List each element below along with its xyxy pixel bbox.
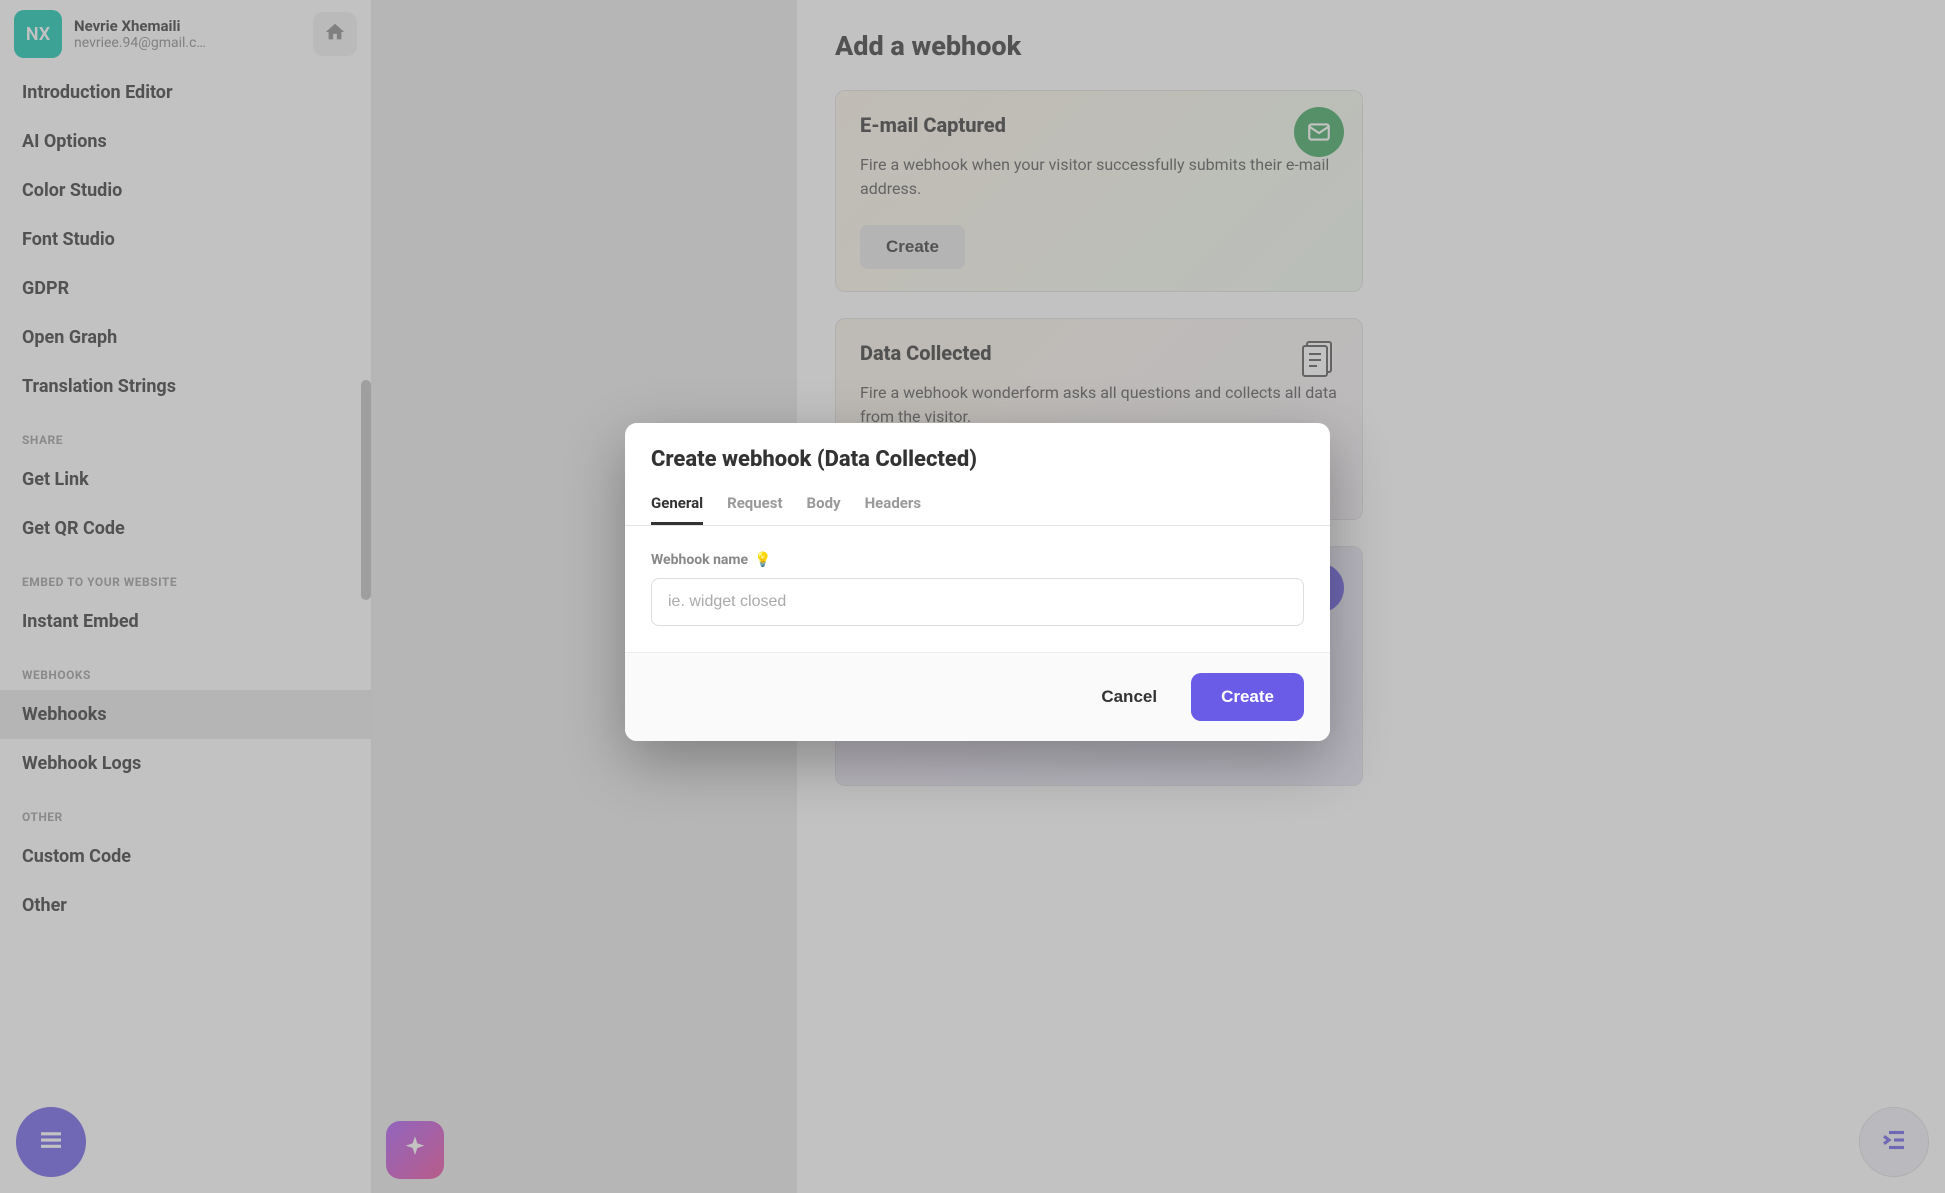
webhook-name-label: Webhook name: [651, 552, 748, 568]
tab-request[interactable]: Request: [727, 494, 782, 525]
create-webhook-modal: Create webhook (Data Collected) General …: [625, 423, 1330, 741]
hint-icon[interactable]: 💡: [754, 552, 771, 568]
modal-title: Create webhook (Data Collected): [651, 447, 1304, 472]
field-label: Webhook name 💡: [651, 552, 1304, 568]
tab-headers[interactable]: Headers: [865, 494, 921, 525]
modal-header: Create webhook (Data Collected): [625, 423, 1330, 484]
create-button[interactable]: Create: [1191, 673, 1304, 721]
tab-general[interactable]: General: [651, 494, 703, 525]
modal-tabs: General Request Body Headers: [625, 484, 1330, 526]
modal-footer: Cancel Create: [625, 652, 1330, 741]
cancel-button[interactable]: Cancel: [1085, 673, 1173, 721]
webhook-name-input[interactable]: [651, 578, 1304, 626]
modal-body: Webhook name 💡: [625, 526, 1330, 652]
tab-body[interactable]: Body: [807, 494, 841, 525]
